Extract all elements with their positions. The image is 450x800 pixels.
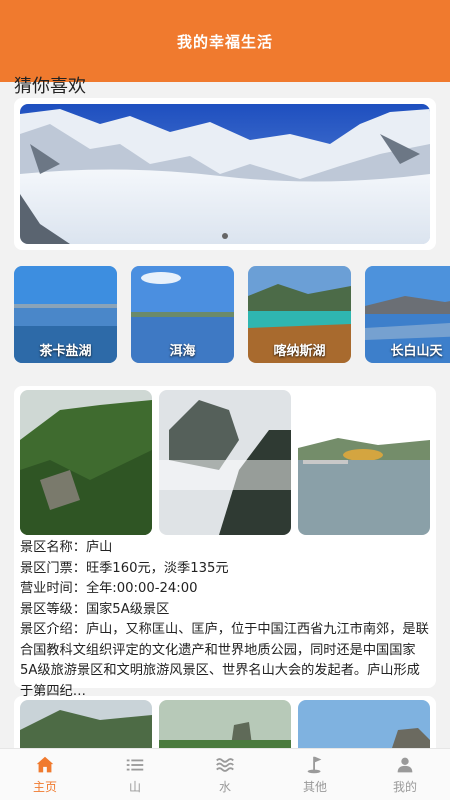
scenic-name-row: 景区名称：庐山	[20, 538, 432, 559]
scenic-hours-label: 营业时间：	[20, 581, 86, 596]
banner-carousel[interactable]	[14, 98, 436, 250]
lake-label: 茶卡盐湖	[39, 344, 92, 359]
tab-label: 山	[128, 780, 141, 794]
tab-water[interactable]: 水	[180, 749, 270, 800]
tab-label: 主页	[32, 780, 57, 794]
scenic-ticket-label: 景区门票：	[20, 560, 86, 576]
lushan-photo-2[interactable]	[159, 390, 291, 535]
scenic-info-card-next[interactable]	[14, 696, 436, 756]
section-title-recommend: 猜你喜欢	[14, 76, 86, 97]
scenic-intro-label: 景区介绍：	[20, 622, 86, 637]
water-icon	[216, 758, 234, 772]
tab-label: 我的	[392, 780, 417, 794]
scenic-level-value: 国家5A级景区	[85, 601, 170, 617]
lushan-photo-3[interactable]	[298, 390, 430, 535]
lake-label: 喀纳斯湖	[273, 344, 326, 359]
user-icon	[397, 757, 413, 773]
tab-other[interactable]: 其他	[270, 749, 360, 800]
scenic-info-card-lushan[interactable]: 景区名称：庐山 景区门票：旺季160元，淡季135元 营业时间：全年:00:00…	[14, 386, 436, 699]
scenic-hours-row: 营业时间：全年:00:00-24:00	[20, 579, 432, 600]
scenic-level-label: 景区等级：	[20, 601, 86, 617]
tab-label: 水	[218, 780, 231, 794]
scenic-hours-value: 全年:00:00-24:00	[85, 581, 198, 596]
lake-carousel[interactable]: 茶卡盐湖 洱海 喀纳斯湖 长白山天	[14, 266, 450, 364]
scenic-info-text: 景区名称：庐山 景区门票：旺季160元，淡季135元 营业时间：全年:00:00…	[20, 538, 432, 702]
lake-card-kanas[interactable]: 喀纳斯湖	[248, 266, 351, 363]
golf-flag-icon	[307, 756, 322, 774]
app-header: 我的幸福生活	[0, 0, 450, 82]
tab-profile[interactable]: 我的	[360, 749, 450, 800]
lake-label: 长白山天	[390, 344, 443, 359]
tab-mountain[interactable]: 山	[90, 749, 180, 800]
carousel-indicator-dot[interactable]	[222, 233, 228, 239]
scenic-level-row: 景区等级：国家5A级景区	[20, 600, 432, 621]
scenic-name-value: 庐山	[85, 540, 113, 555]
scenic-ticket-value: 旺季160元，淡季135元	[85, 560, 229, 576]
banner-image-snow-mountain[interactable]	[20, 104, 430, 244]
scenic-ticket-row: 景区门票：旺季160元，淡季135元	[20, 559, 432, 580]
tab-label: 其他	[302, 780, 327, 794]
lake-card-erhai[interactable]: 洱海	[131, 266, 234, 363]
lake-label: 洱海	[169, 344, 196, 359]
scenic-name-label: 景区名称：	[20, 540, 86, 555]
app-title: 我的幸福生活	[176, 32, 273, 51]
lake-card-chaka[interactable]: 茶卡盐湖	[14, 266, 117, 363]
scenic-intro-row: 景区介绍：庐山，又称匡山、匡庐，位于中国江西省九江市南郊，是联合国教科文组织评定…	[20, 620, 432, 702]
tab-home[interactable]: 主页	[0, 749, 90, 800]
home-icon	[36, 756, 54, 773]
bottom-tab-bar: 主页 山 水 其他 我的	[0, 748, 450, 800]
list-icon	[126, 759, 144, 771]
lake-card-changbaishan[interactable]: 长白山天	[365, 266, 450, 363]
lushan-photo-1[interactable]	[20, 390, 152, 535]
